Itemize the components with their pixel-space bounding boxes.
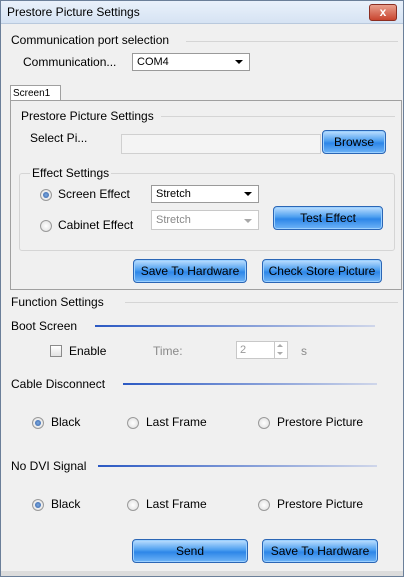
cable-prestore-radio[interactable] xyxy=(258,417,270,429)
screen-effect-value: Stretch xyxy=(156,188,191,200)
stepper-buttons[interactable] xyxy=(274,342,287,358)
save-to-hardware-button[interactable]: Save To Hardware xyxy=(133,259,247,283)
send-button[interactable]: Send xyxy=(132,539,248,563)
cabinet-effect-select[interactable]: Stretch xyxy=(151,210,259,230)
cable-black-label: Black xyxy=(51,415,81,429)
boot-screen-divider xyxy=(95,325,375,327)
select-picture-label: Select Pi... xyxy=(30,131,88,145)
time-unit-label: s xyxy=(301,344,307,358)
check-store-picture-button[interactable]: Check Store Picture xyxy=(262,259,382,283)
effect-group-title: Effect Settings xyxy=(30,166,112,180)
cable-disconnect-divider xyxy=(123,383,377,385)
cable-black-radio[interactable] xyxy=(32,417,44,429)
title-bar[interactable]: Prestore Picture Settings x xyxy=(1,1,403,24)
screen-effect-select[interactable]: Stretch xyxy=(151,185,259,203)
dvi-prestore-label: Prestore Picture xyxy=(277,497,364,511)
cable-last-frame-label: Last Frame xyxy=(146,415,207,429)
bottom-scrollbar[interactable] xyxy=(1,571,403,576)
prestore-dialog: Prestore Picture Settings x Communicatio… xyxy=(0,0,404,577)
dvi-black-radio[interactable] xyxy=(32,499,44,511)
comm-group-divider xyxy=(186,41,398,42)
enable-label: Enable xyxy=(69,344,107,358)
cabinet-effect-label: Cabinet Effect xyxy=(58,218,134,232)
dvi-last-frame-radio[interactable] xyxy=(127,499,139,511)
time-label: Time: xyxy=(153,344,183,358)
chevron-down-icon xyxy=(244,192,252,196)
chevron-down-icon xyxy=(235,60,243,64)
browse-button[interactable]: Browse xyxy=(322,130,386,154)
cabinet-effect-value: Stretch xyxy=(156,214,191,226)
tab-screen1[interactable]: Screen1 xyxy=(10,85,61,101)
arrow-up-icon xyxy=(277,344,283,347)
comm-port-select[interactable]: COM4 xyxy=(132,53,250,71)
window-title: Prestore Picture Settings xyxy=(7,5,140,19)
comm-port-value: COM4 xyxy=(137,56,169,68)
function-group-divider xyxy=(125,302,398,303)
comm-port-label: Communication... xyxy=(23,55,117,69)
close-icon: x xyxy=(379,5,387,19)
test-effect-button[interactable]: Test Effect xyxy=(273,206,383,230)
time-value: 2 xyxy=(240,344,247,356)
screen1-tab-panel: Prestore Picture Settings Select Pi... B… xyxy=(10,100,402,290)
dvi-black-label: Black xyxy=(51,497,81,511)
boot-screen-title: Boot Screen xyxy=(11,319,78,333)
function-save-to-hardware-button[interactable]: Save To Hardware xyxy=(262,539,378,563)
no-dvi-divider xyxy=(98,465,377,467)
screen-effect-label: Screen Effect xyxy=(58,187,130,201)
tab-screen1-label: Screen1 xyxy=(13,88,51,99)
cabinet-effect-radio[interactable] xyxy=(40,220,52,232)
prestore-group-divider xyxy=(161,116,395,117)
cable-last-frame-radio[interactable] xyxy=(127,417,139,429)
comm-group-title: Communication port selection xyxy=(11,33,170,47)
dvi-last-frame-label: Last Frame xyxy=(146,497,207,511)
screen-effect-radio[interactable] xyxy=(40,189,52,201)
dvi-prestore-radio[interactable] xyxy=(258,499,270,511)
time-stepper[interactable]: 2 xyxy=(236,341,288,359)
arrow-down-icon xyxy=(277,352,283,355)
cable-disconnect-title: Cable Disconnect xyxy=(11,377,106,391)
no-dvi-title: No DVI Signal xyxy=(11,459,87,473)
cable-prestore-label: Prestore Picture xyxy=(277,415,364,429)
enable-checkbox[interactable] xyxy=(50,345,62,357)
function-group-title: Function Settings xyxy=(11,295,104,309)
prestore-group-title: Prestore Picture Settings xyxy=(21,109,154,123)
close-button[interactable]: x xyxy=(369,4,397,21)
picture-path-input[interactable] xyxy=(121,134,321,154)
chevron-down-icon xyxy=(244,219,252,223)
